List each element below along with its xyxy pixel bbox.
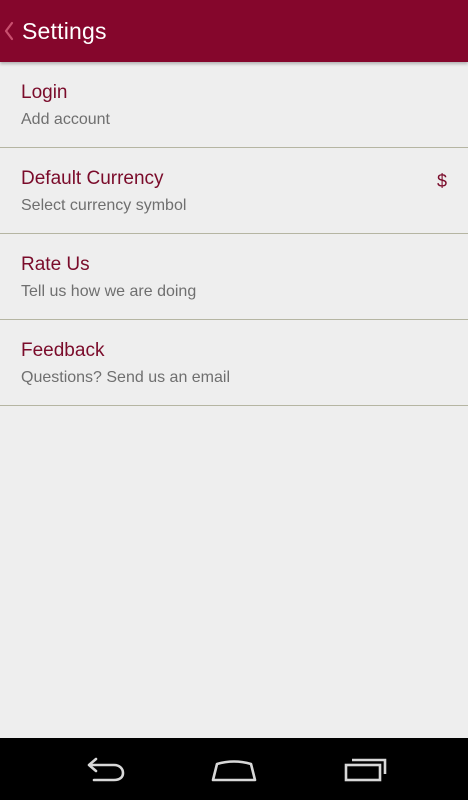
settings-item-subtitle: Select currency symbol: [21, 197, 187, 214]
settings-item-title: Feedback: [21, 340, 105, 361]
settings-item-subtitle: Questions? Send us an email: [21, 369, 231, 386]
home-icon: [211, 760, 257, 782]
nav-home-button[interactable]: [204, 752, 264, 786]
chevron-left-icon[interactable]: [3, 20, 15, 42]
nav-back-button[interactable]: [74, 752, 134, 786]
back-arrow-icon: [87, 757, 125, 782]
settings-item-login[interactable]: Login Add account: [0, 62, 468, 148]
page-title[interactable]: Settings: [22, 17, 107, 45]
nav-recent-apps-button[interactable]: [335, 752, 395, 786]
settings-item-rate-us[interactable]: Rate Us Tell us how we are doing: [0, 234, 468, 320]
settings-item-subtitle: Tell us how we are doing: [21, 283, 197, 300]
action-bar: Settings: [0, 0, 468, 62]
settings-item-title: Login: [21, 82, 68, 103]
settings-item-subtitle: Add account: [21, 111, 110, 128]
settings-item-title: Rate Us: [21, 254, 90, 275]
settings-list: Login Add account Default Currency Selec…: [0, 62, 468, 406]
settings-screen: Settings Login Add account Default Curre…: [0, 0, 468, 800]
system-navigation-bar: [0, 738, 468, 800]
settings-item-title: Default Currency: [21, 168, 164, 189]
recent-apps-icon: [344, 758, 387, 782]
settings-item-default-currency[interactable]: Default Currency Select currency symbol …: [0, 148, 468, 234]
currency-symbol-value: $: [436, 171, 447, 191]
settings-item-feedback[interactable]: Feedback Questions? Send us an email: [0, 320, 468, 406]
